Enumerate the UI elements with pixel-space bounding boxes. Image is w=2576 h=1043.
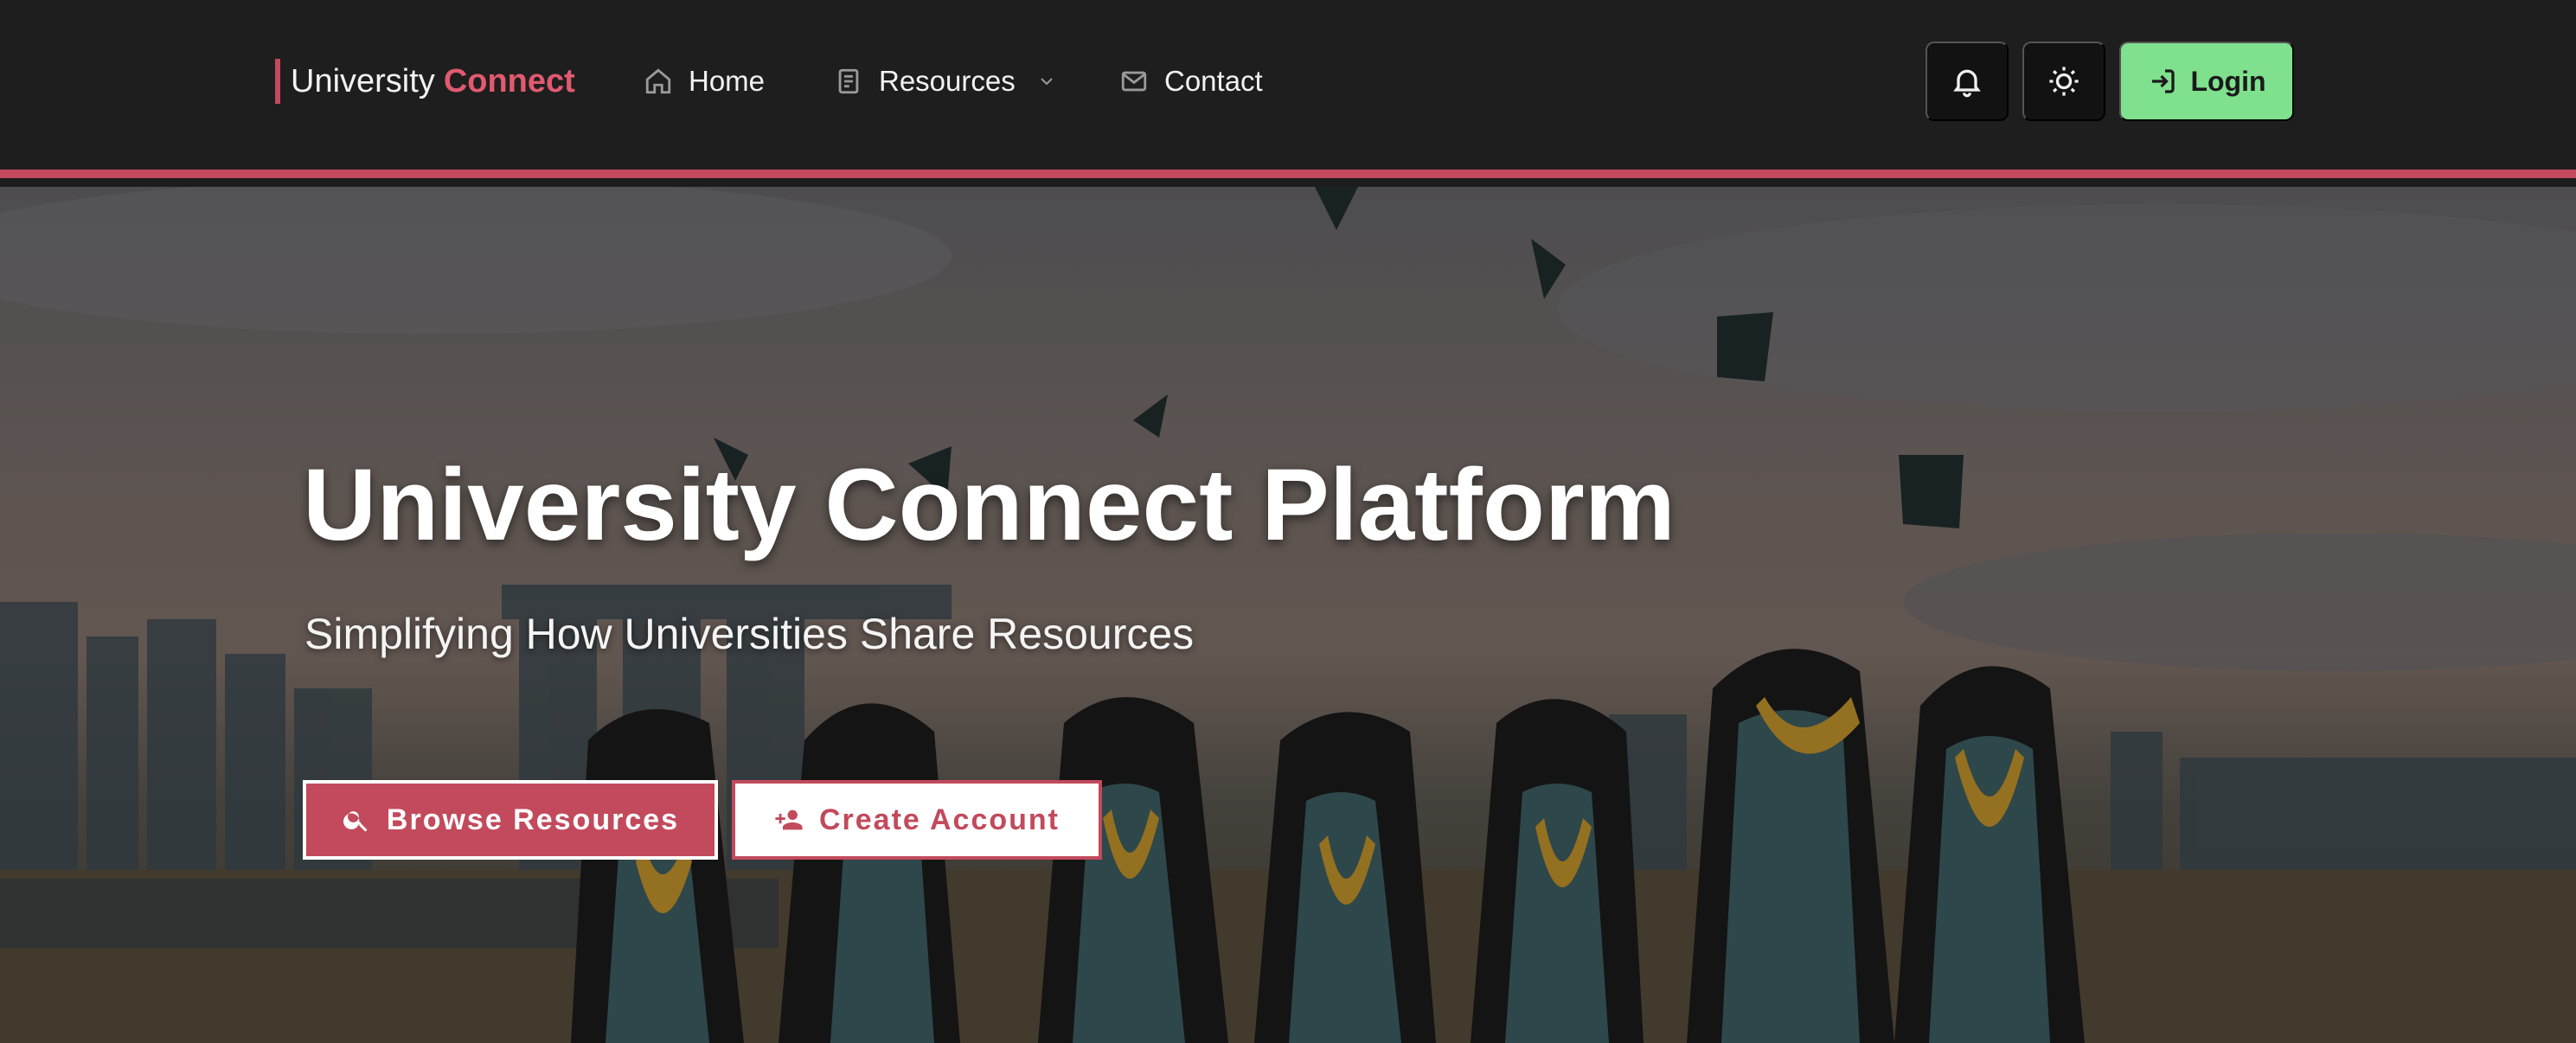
hero-subtitle: Simplifying How Universities Share Resou… bbox=[304, 610, 1195, 658]
login-icon bbox=[2152, 69, 2176, 93]
add-user-icon bbox=[775, 809, 803, 830]
search-icon bbox=[343, 811, 368, 832]
browse-resources-label: Browse Resources bbox=[386, 803, 680, 836]
mail-icon bbox=[1121, 71, 1147, 92]
brand-logo[interactable]: University Connect bbox=[275, 59, 575, 104]
theme-toggle-button[interactable] bbox=[2022, 42, 2105, 121]
sun-icon bbox=[2049, 67, 2079, 96]
chevron-down-icon bbox=[1041, 78, 1053, 86]
login-label: Login bbox=[2190, 65, 2266, 97]
bell-icon bbox=[1953, 69, 1981, 98]
hero-section: University Connect Platform Simplifying … bbox=[0, 187, 2576, 1043]
create-account-label: Create Account bbox=[818, 803, 1061, 836]
create-account-button[interactable]: Create Account bbox=[732, 780, 1102, 860]
brand-name: University bbox=[291, 62, 435, 99]
login-button[interactable]: Login bbox=[2119, 42, 2294, 121]
notifications-button[interactable] bbox=[1926, 42, 2009, 121]
home-icon bbox=[645, 68, 671, 94]
nav-contact-label: Contact bbox=[1164, 65, 1263, 97]
hero-title: University Connect Platform bbox=[303, 448, 1676, 562]
nav-home-link[interactable]: Home bbox=[644, 61, 765, 102]
document-icon bbox=[838, 68, 859, 94]
nav-resources-label: Resources bbox=[879, 65, 1016, 97]
browse-resources-button[interactable]: Browse Resources bbox=[303, 780, 718, 860]
nav-contact-link[interactable]: Contact bbox=[1119, 61, 1263, 102]
nav-home-label: Home bbox=[689, 65, 766, 97]
nav-resources-dropdown[interactable]: Resources bbox=[834, 61, 1057, 102]
top-navbar: University Connect Home Resources Contac… bbox=[0, 0, 2576, 178]
brand-accent: Connect bbox=[443, 62, 575, 99]
